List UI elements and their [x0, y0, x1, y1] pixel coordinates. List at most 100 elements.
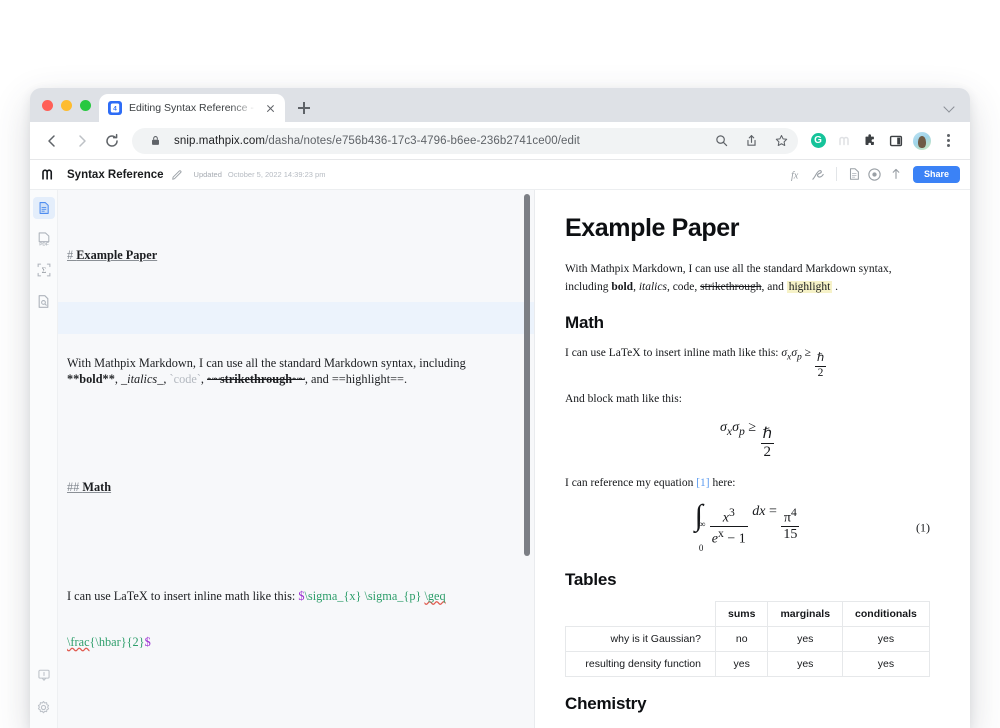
preview-blk-sigma-x: σ	[719, 420, 727, 436]
sidebar-item-pdf[interactable]: PDF	[33, 228, 55, 250]
tab-strip: 4 Editing Syntax Reference - Sni	[30, 88, 970, 122]
preview-integrand-fraction: x3 ex − 1	[709, 506, 748, 547]
sidebar-item-snips[interactable]: Σ	[33, 259, 55, 281]
browser-tab-title: Editing Syntax Reference - Sni	[129, 102, 256, 114]
table-header-marginals: marginals	[767, 600, 844, 627]
rename-pencil-icon[interactable]	[171, 168, 184, 181]
preview-blk-sub-p: p	[738, 424, 745, 438]
close-tab-icon[interactable]	[263, 101, 278, 116]
preview-numbered-equation: ∫ ∞ 0 x3 ex − 1 dx = π4 15 (1)	[565, 500, 930, 553]
preview-pi-exp: 4	[790, 505, 797, 519]
preview-table: sums marginals conditionals why is it Ga…	[565, 600, 930, 677]
table-cell: yes	[714, 650, 769, 677]
table-cell: no	[714, 625, 769, 652]
math-fx-icon[interactable]: fx	[790, 166, 806, 182]
reload-icon[interactable]	[98, 127, 126, 155]
browser-window: 4 Editing Syntax Reference - Sni	[30, 88, 970, 728]
editor-intro-text: With Mathpix Markdown, I can use all the…	[67, 356, 469, 370]
preview-geq-symbol: ≥	[804, 347, 811, 359]
preview-integral-limits: ∞ 0	[699, 519, 705, 553]
window-controls	[40, 88, 99, 122]
search-icon[interactable]	[710, 130, 732, 152]
preview-intro-strike: strikethrough	[700, 281, 762, 293]
feedback-icon[interactable]	[33, 664, 55, 686]
table-cell: why is it Gaussian?	[565, 625, 716, 652]
preview-inline-math-paragraph: I can use LaTeX to insert inline math li…	[565, 344, 930, 379]
preview-result-den: 15	[783, 527, 798, 543]
document-icon[interactable]	[846, 166, 862, 182]
editor-math-delim-close: $	[144, 635, 151, 649]
new-tab-icon[interactable]	[291, 95, 317, 121]
table-header-sums: sums	[714, 600, 769, 627]
preview-frac-den: 2	[817, 366, 824, 379]
upload-icon[interactable]	[888, 166, 904, 182]
minimize-window-button[interactable]	[61, 99, 72, 111]
forward-arrow-icon[interactable]	[68, 127, 96, 155]
table-row: resulting density function yes yes yes	[565, 650, 930, 677]
table-header-row: sums marginals conditionals	[565, 600, 930, 627]
preview-result-fraction: π4 15	[781, 505, 800, 543]
sidebar-item-notes[interactable]	[32, 197, 55, 219]
puzzle-extensions-icon[interactable]	[858, 129, 882, 153]
preview-inline-fraction: ℏ2	[814, 353, 827, 379]
sidebar-item-files[interactable]	[33, 290, 55, 312]
preview-ref-post: here:	[709, 476, 736, 489]
address-bar-url: snip.mathpix.com/dasha/notes/e756b436-17…	[174, 135, 702, 147]
preview-inline-math: σxσp	[781, 347, 801, 362]
preview-intro-italics: italics	[638, 281, 667, 293]
extensions-area: G	[806, 129, 960, 153]
maximize-window-button[interactable]	[80, 99, 91, 111]
editor-math-geq: \geq	[424, 588, 446, 603]
updated-timestamp: October 5, 2022 14:39:23 pm	[227, 170, 326, 179]
browser-tab[interactable]: 4 Editing Syntax Reference - Sni	[99, 94, 285, 122]
editor-content[interactable]: # Example Paper With Mathpix Markdown, I…	[58, 190, 534, 728]
side-panel-icon[interactable]	[884, 129, 908, 153]
editor-intro-c4: , and ==highlight==.	[304, 371, 408, 386]
svg-text:fx: fx	[791, 170, 799, 181]
chevron-down-icon[interactable]	[944, 101, 956, 113]
preview-integrand-num: x3	[709, 506, 748, 528]
toolbar-divider	[835, 167, 837, 182]
bookmark-star-icon[interactable]	[770, 130, 792, 152]
editor-line-h2-math: ## Math	[67, 480, 508, 496]
preview-equation-reference-link[interactable]: [1]	[696, 477, 709, 489]
back-arrow-icon[interactable]	[38, 127, 66, 155]
close-window-button[interactable]	[42, 99, 53, 111]
preview-result-num: π4	[781, 505, 800, 528]
preview-den-minus: − 1	[723, 531, 746, 547]
preview-intro-e: , and	[761, 281, 787, 293]
preview-blk-sigma-p: σ	[732, 420, 739, 436]
lock-icon	[144, 130, 166, 152]
preview-equation-number: (1)	[916, 520, 930, 535]
avatar[interactable]	[910, 129, 934, 153]
editor-scrollbar[interactable]	[524, 194, 530, 556]
mathpix-logo-icon[interactable]	[33, 160, 61, 190]
preview-eye-icon[interactable]	[867, 166, 883, 182]
grammarly-extension-icon[interactable]: G	[806, 129, 830, 153]
draw-pen-icon[interactable]	[811, 166, 827, 182]
mathpix-extension-icon[interactable]	[832, 129, 856, 153]
table-header-blank	[565, 601, 716, 627]
address-bar[interactable]: snip.mathpix.com/dasha/notes/e756b436-17…	[132, 127, 798, 154]
share-button[interactable]: Share	[912, 166, 960, 183]
preview-integral-lower: 0	[698, 542, 704, 553]
preview-eqref-paragraph: I can reference my equation [1] here:	[565, 474, 930, 492]
preview-intro-code: code	[672, 281, 695, 293]
table-cell: yes	[842, 625, 930, 652]
markdown-editor[interactable]: # Example Paper With Mathpix Markdown, I…	[58, 190, 535, 728]
preview-integral-upper: ∞	[698, 518, 706, 529]
browser-menu-icon[interactable]	[936, 129, 960, 153]
settings-gear-icon[interactable]	[33, 696, 55, 718]
editor-h2-math-text: Math	[82, 480, 112, 494]
preview-heading-tables: Tables	[565, 569, 617, 589]
share-icon[interactable]	[740, 130, 762, 152]
editor-intro-strike: ~~strikethrough~~	[207, 371, 305, 386]
preview-title: Example Paper	[565, 214, 740, 242]
preview-heading-math: Math	[565, 313, 604, 332]
preview-equals: =	[768, 503, 777, 519]
preview-intro-f: .	[832, 281, 839, 293]
svg-text:4: 4	[113, 105, 117, 112]
editor-line-inline-math: I can use LaTeX to insert inline math li…	[67, 589, 508, 605]
table-header-conditionals: conditionals	[842, 600, 930, 627]
editor-math-frac: \frac	[67, 635, 90, 649]
